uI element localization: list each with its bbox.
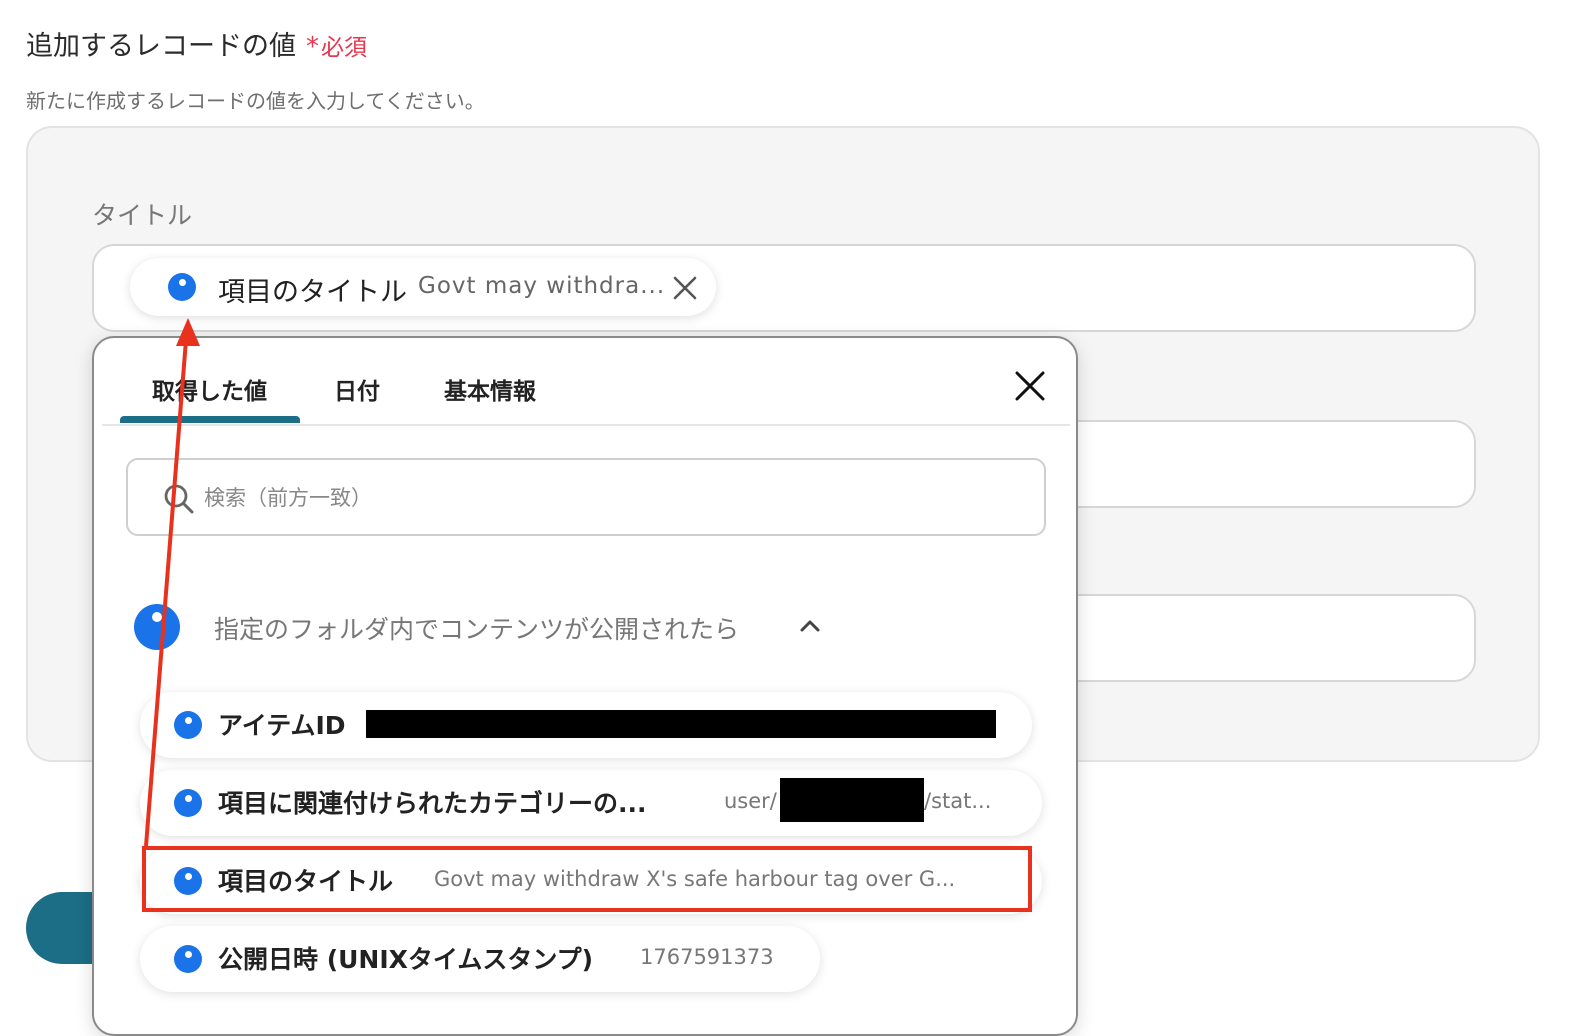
title-value-token[interactable]: 項目のタイトル Govt may withdra... [130, 258, 716, 316]
trigger-group-label: 指定のフォルダ内でコンテンツが公開されたら [214, 615, 740, 644]
search-icon [164, 484, 194, 514]
value-picker-popup: 取得した値 日付 基本情報 指定のフォルダ内でコンテンツが公開されたら アイテム… [92, 336, 1078, 1036]
section-description: 新たに作成するレコードの値を入力してください。 [26, 89, 485, 113]
section-title: 追加するレコードの値 *必須 [26, 24, 367, 63]
search-input[interactable] [202, 476, 1006, 520]
item-dot-icon [174, 711, 202, 739]
redacted-value [366, 710, 996, 738]
item-dot-icon [174, 789, 202, 817]
required-mark: * [306, 32, 319, 62]
tab-date[interactable]: 日付 [334, 372, 380, 406]
redacted-value [780, 778, 924, 822]
required-label: 必須 [321, 35, 367, 61]
item-label: アイテムID [218, 711, 346, 740]
token-label: 項目のタイトル [218, 277, 407, 308]
list-item-published-at[interactable]: 公開日時 (UNIXタイムスタンプ) 1767591373 [140, 926, 820, 992]
close-icon[interactable] [1012, 368, 1048, 404]
tab-divider [102, 424, 1070, 426]
trigger-group-header[interactable]: 指定のフォルダ内でコンテンツが公開されたら [134, 604, 834, 650]
tab-basic-info[interactable]: 基本情報 [444, 372, 536, 406]
list-item-category[interactable]: 項目に関連付けられたカテゴリーの... user/ /stat... [140, 770, 1042, 836]
list-item-item-id[interactable]: アイテムID [140, 692, 1032, 758]
item-value-prefix: user/ [724, 789, 777, 813]
token-remove-icon[interactable] [670, 273, 700, 303]
trigger-app-icon [134, 604, 180, 650]
item-label: 公開日時 (UNIXタイムスタンプ) [218, 945, 594, 974]
tab-acquired-values[interactable]: 取得した値 [152, 372, 267, 406]
section-title-text: 追加するレコードの値 [26, 31, 296, 62]
item-dot-icon [174, 945, 202, 973]
active-tab-indicator [120, 416, 300, 423]
token-value: Govt may withdra... [418, 273, 666, 299]
search-box[interactable] [126, 458, 1046, 536]
title-field-label: タイトル [92, 201, 193, 230]
token-dot-icon [168, 273, 196, 301]
item-value-suffix: /stat... [924, 789, 992, 813]
item-label: 項目に関連付けられたカテゴリーの... [218, 789, 647, 818]
highlight-box [142, 846, 1032, 912]
item-value: 1767591373 [640, 945, 774, 969]
chevron-up-icon[interactable] [798, 614, 822, 638]
